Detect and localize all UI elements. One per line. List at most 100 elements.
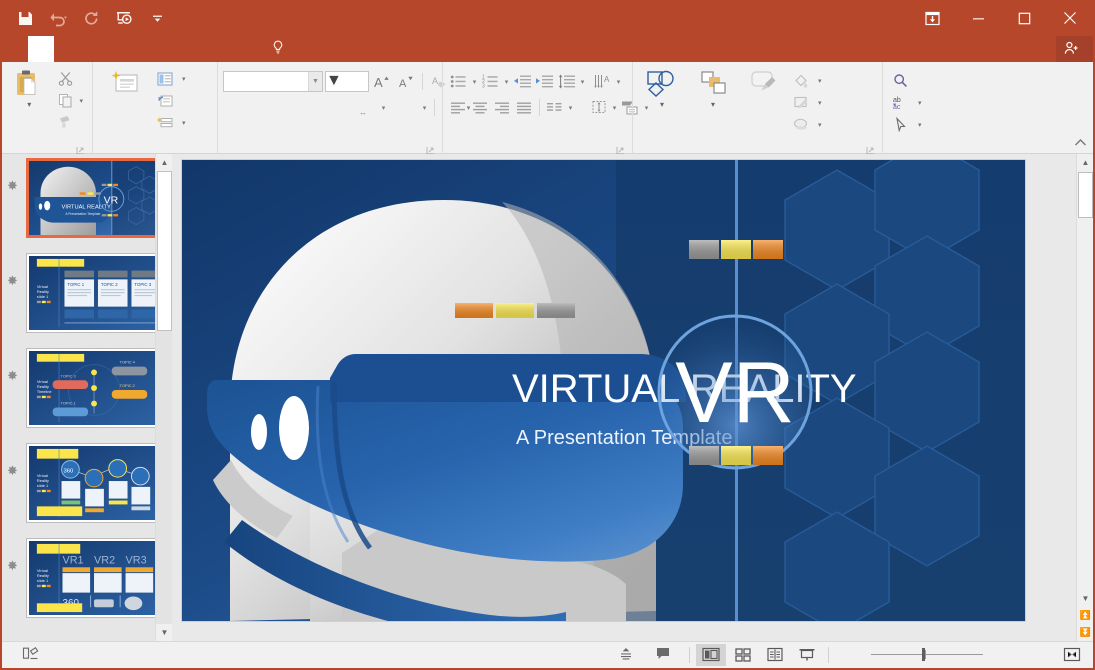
chevron-down-icon[interactable]: ▾ (610, 104, 619, 112)
shape-outline-button[interactable]: ▾ (788, 92, 826, 113)
tab-insert[interactable] (54, 36, 80, 62)
chevron-down-icon[interactable]: ▾ (614, 78, 623, 86)
list-item[interactable]: ✸ Virtual Reality slide 1 VR1 VR2 VR3 (2, 534, 172, 629)
cut-button[interactable] (53, 68, 87, 89)
list-item[interactable]: ✸ Virtual Reality slide 1 (2, 249, 172, 344)
scrollbar-thumb[interactable] (1078, 172, 1093, 218)
copy-button[interactable]: ▾ (53, 90, 87, 111)
line-spacing-button[interactable] (556, 71, 577, 92)
thumbnail-4[interactable]: Virtual Reality slide 1 360 (26, 443, 166, 523)
tab-view[interactable] (210, 36, 236, 62)
thumbnail-scrollbar[interactable]: ▲ ▼ (155, 154, 172, 641)
thumbnail-1[interactable]: VIRTUAL REALITY A Presentation Template … (26, 158, 166, 238)
increase-indent-button[interactable] (534, 71, 555, 92)
comments-button[interactable] (648, 642, 683, 667)
zoom-out-button[interactable] (835, 644, 865, 666)
chevron-down-icon[interactable]: ▾ (711, 101, 715, 109)
tell-me-search[interactable] (272, 36, 289, 62)
bullets-button[interactable] (448, 71, 469, 92)
scroll-down-icon[interactable]: ▼ (1077, 590, 1094, 607)
columns-button[interactable] (544, 97, 565, 118)
fit-to-window-button[interactable] (1057, 644, 1087, 666)
center-button[interactable] (470, 97, 491, 118)
zoom-slider[interactable] (867, 644, 987, 666)
shapes-button[interactable]: ▾ (638, 66, 686, 109)
reset-button[interactable] (152, 90, 190, 111)
chevron-down-icon[interactable]: ▾ (470, 78, 479, 86)
slide-show-button[interactable] (792, 644, 822, 666)
strikethrough-button[interactable] (319, 97, 347, 119)
replace-button[interactable]: ab ac ▾ (888, 92, 926, 113)
chevron-down-icon[interactable]: ▾ (578, 78, 587, 86)
chevron-down-icon[interactable]: ▾ (918, 99, 922, 107)
chevron-down-icon[interactable]: ▾ (566, 104, 575, 112)
italic-button[interactable] (247, 97, 269, 119)
increase-font-size-button[interactable]: A (371, 71, 393, 93)
clipboard-dialog-launcher-icon[interactable] (76, 144, 85, 155)
normal-view-button[interactable] (696, 643, 726, 666)
list-item[interactable]: ✸ Virtual Reality slide 1 (2, 439, 172, 534)
scroll-up-icon[interactable]: ▲ (156, 154, 172, 171)
chevron-down-icon[interactable]: ▾ (420, 104, 429, 112)
reading-view-button[interactable] (760, 644, 790, 666)
section-button[interactable]: ▾ (152, 112, 190, 133)
tab-design[interactable] (80, 36, 106, 62)
tab-animations[interactable] (132, 36, 158, 62)
chevron-down-icon[interactable]: ▾ (660, 101, 664, 109)
format-painter-button[interactable] (53, 112, 87, 133)
font-size-input[interactable]: ▼ (325, 71, 369, 92)
chevron-down-icon[interactable]: ▾ (818, 77, 822, 85)
restore-button[interactable] (1001, 0, 1047, 36)
scrollbar-thumb[interactable] (157, 171, 172, 331)
quick-styles-button[interactable] (740, 66, 786, 102)
list-item[interactable]: ✸ VIRTUAL REALITY A Presentation Templat… (2, 154, 172, 249)
ribbon-display-options-button[interactable] (909, 0, 955, 36)
paste-button[interactable]: ▾ (7, 66, 51, 109)
tab-developer[interactable] (236, 36, 262, 62)
layout-button[interactable]: ▾ (152, 68, 190, 89)
chevron-down-icon[interactable]: ▾ (379, 104, 388, 112)
chevron-down-icon[interactable]: ▾ (182, 75, 186, 83)
change-case-button[interactable] (390, 97, 418, 119)
scroll-down-icon[interactable]: ▼ (156, 624, 172, 641)
current-slide[interactable]: VIRTUAL REALITY A Presentation Template … (182, 160, 1025, 621)
chevron-down-icon[interactable]: ▾ (918, 121, 922, 129)
thumbnail-3[interactable]: Virtual Reality Timeline TOPIC 4 TOPIC 2… (26, 348, 166, 428)
paragraph-dialog-launcher-icon[interactable] (616, 144, 625, 155)
shape-effects-button[interactable]: ▾ (788, 114, 826, 135)
find-button[interactable] (888, 70, 926, 91)
chevron-down-icon[interactable]: ▾ (502, 78, 511, 86)
chevron-down-icon[interactable]: ▾ (818, 121, 822, 129)
decrease-font-size-button[interactable]: A (395, 71, 417, 93)
zoom-in-button[interactable] (989, 644, 1019, 666)
arrange-button[interactable]: ▾ (688, 66, 738, 109)
slide-thumbnail-pane[interactable]: ✸ VIRTUAL REALITY A Presentation Templat… (2, 154, 172, 641)
close-button[interactable] (1047, 0, 1093, 36)
drawing-dialog-launcher-icon[interactable] (866, 144, 875, 155)
chevron-down-icon[interactable]: ▼ (326, 72, 342, 91)
font-dialog-launcher-icon[interactable] (426, 144, 435, 155)
select-button[interactable]: ▾ (888, 114, 926, 135)
accessibility-checker-icon[interactable] (22, 646, 39, 664)
collapse-ribbon-button[interactable] (1074, 138, 1087, 151)
underline-button[interactable] (271, 97, 293, 119)
list-item[interactable]: ✸ Virtual Reality Timeline TOPIC 4 TOPIC… (2, 344, 172, 439)
account-name[interactable] (1036, 36, 1056, 62)
previous-slide-icon[interactable]: ⏫ (1077, 607, 1094, 624)
chevron-down-icon[interactable]: ▾ (27, 101, 31, 109)
shape-fill-button[interactable]: ▾ (788, 70, 826, 91)
text-shadow-button[interactable] (295, 97, 317, 119)
tab-review[interactable] (184, 36, 210, 62)
chevron-down-icon[interactable]: ▾ (79, 97, 83, 105)
align-right-button[interactable] (492, 97, 513, 118)
tab-file[interactable] (2, 36, 28, 62)
tab-slide-show[interactable] (158, 36, 184, 62)
numbering-button[interactable]: 123 (480, 71, 501, 92)
zoom-track[interactable] (871, 654, 983, 655)
new-slide-button[interactable] (98, 66, 150, 102)
tab-transitions[interactable] (106, 36, 132, 62)
text-direction-button[interactable]: A (592, 71, 613, 92)
slide-editing-stage[interactable]: VIRTUAL REALITY A Presentation Template … (172, 154, 1076, 641)
align-left-button[interactable] (448, 97, 469, 118)
tab-home[interactable] (28, 36, 54, 62)
